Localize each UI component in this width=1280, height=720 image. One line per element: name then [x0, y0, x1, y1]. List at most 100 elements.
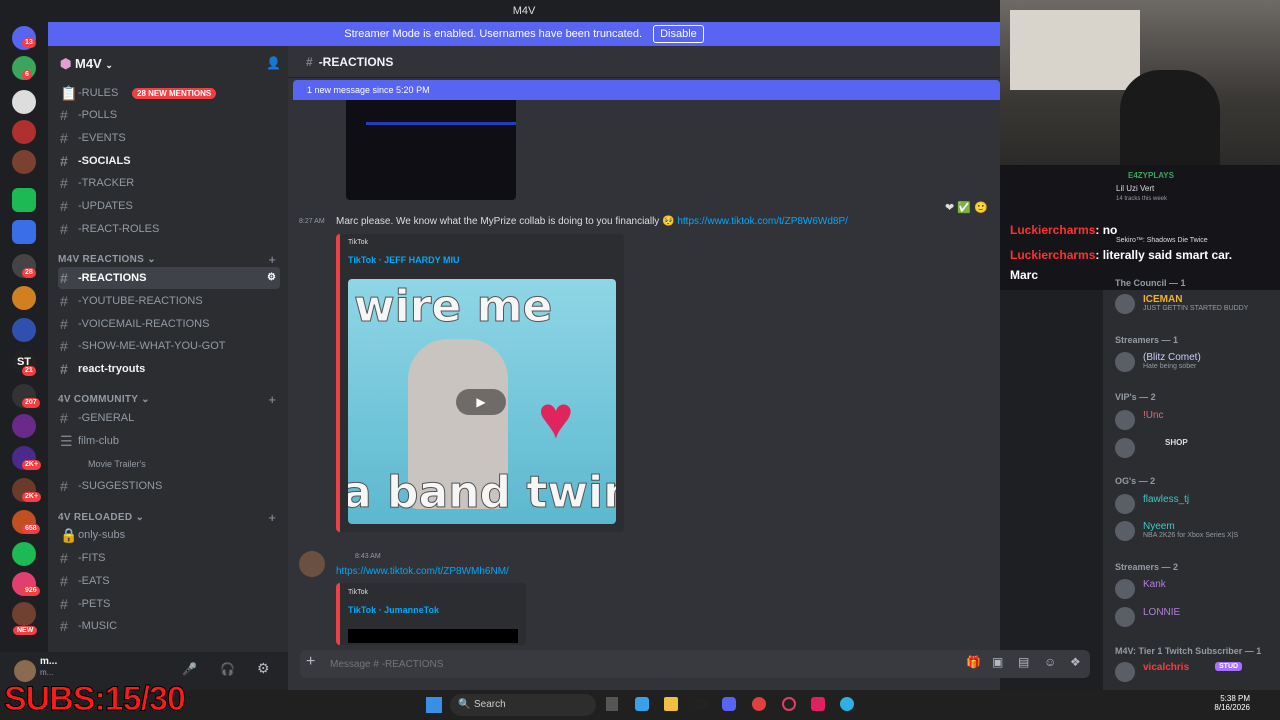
message-link[interactable]: https://www.tiktok.com/t/ZP8WMh6NM/: [336, 566, 509, 577]
embed-video[interactable]: [348, 629, 518, 643]
avatar[interactable]: [299, 551, 325, 577]
category-m4v-reactions[interactable]: M4V REACTIONS ⌄: [58, 254, 156, 265]
channel-reactions[interactable]: # -REACTIONS ⚙: [58, 267, 280, 289]
new-messages-bar[interactable]: 1 new message since 5:20 PM: [293, 80, 1000, 100]
opera-icon[interactable]: [782, 697, 796, 711]
taskbar-search[interactable]: 🔍 Search: [450, 694, 596, 716]
server-icon[interactable]: [12, 602, 36, 626]
app-icon[interactable]: [694, 697, 708, 711]
channel-general[interactable]: # -GENERAL: [58, 407, 280, 429]
message-input[interactable]: [330, 654, 930, 674]
channel-voicemail-reactions[interactable]: # -VOICEMAIL-REACTIONS: [58, 313, 280, 335]
member-name: SHOP: [1165, 438, 1188, 447]
channel-label: -UPDATES: [78, 200, 133, 212]
clock-date: 8/16/2026: [1214, 703, 1250, 712]
add-member-icon[interactable]: 👤: [266, 56, 281, 70]
server-icon[interactable]: [12, 542, 36, 566]
gif-icon[interactable]: ▣: [992, 655, 1003, 669]
apps-icon[interactable]: ❖: [1070, 655, 1081, 669]
member-name: flawless_tj: [1143, 494, 1190, 505]
thread-movie-trailers[interactable]: Movie Trailer's: [58, 453, 280, 475]
channel-label: Movie Trailer's: [88, 459, 146, 469]
play-icon[interactable]: ▶: [456, 389, 506, 415]
channel-label: -FITS: [78, 552, 106, 564]
add-channel-icon[interactable]: +: [268, 510, 276, 525]
headphones-icon[interactable]: 🎧: [220, 662, 235, 676]
embed-title[interactable]: TikTok · JumanneTok: [348, 605, 439, 615]
sticker-icon[interactable]: ▤: [1018, 655, 1029, 669]
channel-suggestions[interactable]: # -SUGGESTIONS: [58, 475, 280, 497]
folder-icon[interactable]: [664, 697, 678, 711]
gift-icon[interactable]: 🎁: [966, 655, 981, 669]
settings-icon[interactable]: ⚙: [267, 267, 276, 289]
microphone-icon[interactable]: 🎤: [182, 662, 197, 676]
notice-text: Streamer Mode is enabled. Usernames have…: [344, 28, 643, 40]
chat-user: Luckiercharms: [1010, 223, 1096, 237]
gear-icon[interactable]: ⚙: [257, 660, 270, 677]
user-status: m...: [40, 668, 54, 677]
channel-updates[interactable]: # -UPDATES: [58, 195, 280, 217]
channel-react-tryouts[interactable]: # react-tryouts: [58, 358, 280, 380]
webcam-overlay: [1000, 0, 1280, 165]
channel-fits[interactable]: # -FITS: [58, 547, 280, 569]
channel-react-roles[interactable]: # -REACT-ROLES: [58, 218, 280, 240]
disable-button[interactable]: Disable: [653, 25, 704, 43]
server-icon[interactable]: [12, 188, 36, 212]
member-group-header: M4V: Tier 1 Twitch Subscriber — 1: [1115, 646, 1262, 656]
channel-socials[interactable]: # -SOCIALS: [58, 150, 280, 172]
tiktok-icon[interactable]: [811, 697, 825, 711]
member-item[interactable]: vicalchris STUD: [1115, 662, 1275, 682]
server-name[interactable]: ⬢ M4V ⌄: [60, 56, 113, 72]
emoji-icon[interactable]: 🙂: [974, 202, 988, 214]
avatar[interactable]: [14, 660, 36, 682]
channel-pets[interactable]: # -PETS: [58, 593, 280, 615]
task-view-icon[interactable]: [606, 697, 618, 711]
app-icon[interactable]: [635, 697, 649, 711]
server-icon[interactable]: [12, 120, 36, 144]
hash-icon: #: [60, 573, 68, 589]
server-icon[interactable]: [12, 318, 36, 342]
channel-polls[interactable]: # -POLLS: [58, 104, 280, 126]
channel-label: -SHOW-ME-WHAT-YOU-GOT: [78, 340, 226, 352]
category-4v-community[interactable]: 4V COMMUNITY ⌄: [58, 394, 150, 405]
avatar: [1115, 521, 1135, 541]
channel-eats[interactable]: # -EATS: [58, 570, 280, 592]
emoji-icon[interactable]: ☺: [1044, 655, 1056, 669]
channel-only-subs[interactable]: 🔒 only-subs: [58, 524, 280, 546]
channel-film-club[interactable]: ☰ film-club: [58, 430, 280, 452]
hash-icon: #: [60, 596, 68, 612]
server-icon[interactable]: [12, 150, 36, 174]
member-name: (Blitz Comet): [1143, 352, 1201, 363]
server-icon[interactable]: [12, 220, 36, 244]
embed-title[interactable]: TikTok · JEFF HARDY MIU: [348, 255, 460, 265]
server-icon[interactable]: [12, 286, 36, 310]
channel-show-me[interactable]: # -SHOW-ME-WHAT-YOU-GOT: [58, 335, 280, 357]
chrome-icon[interactable]: [752, 697, 766, 711]
broken-heart-icon: ♥: [538, 384, 574, 451]
embed-video[interactable]: wire me ♥ a band twin ▶: [348, 279, 616, 524]
video-thumbnail[interactable]: [346, 100, 516, 200]
channel-youtube-reactions[interactable]: # -YOUTUBE-REACTIONS: [58, 290, 280, 312]
add-channel-icon[interactable]: +: [268, 252, 276, 267]
server-icon[interactable]: [12, 90, 36, 114]
message-link[interactable]: https://www.tiktok.com/t/ZP8W6Wd8P/: [677, 216, 848, 227]
clock[interactable]: 5:38 PM 8/16/2026: [1210, 694, 1250, 712]
channel-music[interactable]: # -MUSIC: [58, 615, 280, 637]
edge-icon[interactable]: [840, 697, 854, 711]
badge: 926: [22, 586, 40, 596]
server-name-text: M4V: [74, 56, 102, 71]
add-attachment-icon[interactable]: +: [306, 653, 315, 671]
emoji-icon: 🥺: [662, 216, 675, 227]
add-channel-icon[interactable]: +: [268, 392, 276, 407]
category-4v-reloaded[interactable]: 4V RELOADED ⌄: [58, 512, 144, 523]
discord-icon[interactable]: [722, 697, 736, 711]
channel-tracker[interactable]: # -TRACKER: [58, 172, 280, 194]
embed-provider: TikTok: [348, 239, 368, 246]
server-icon[interactable]: [12, 414, 36, 438]
category-label: 4V COMMUNITY: [58, 394, 139, 405]
heart-icon[interactable]: ❤: [945, 202, 954, 214]
windows-start-icon[interactable]: [426, 697, 442, 713]
check-icon[interactable]: ✅: [957, 202, 971, 214]
new-mentions-pill[interactable]: 28 NEW MENTIONS: [132, 88, 217, 99]
channel-events[interactable]: # -EVENTS: [58, 127, 280, 149]
